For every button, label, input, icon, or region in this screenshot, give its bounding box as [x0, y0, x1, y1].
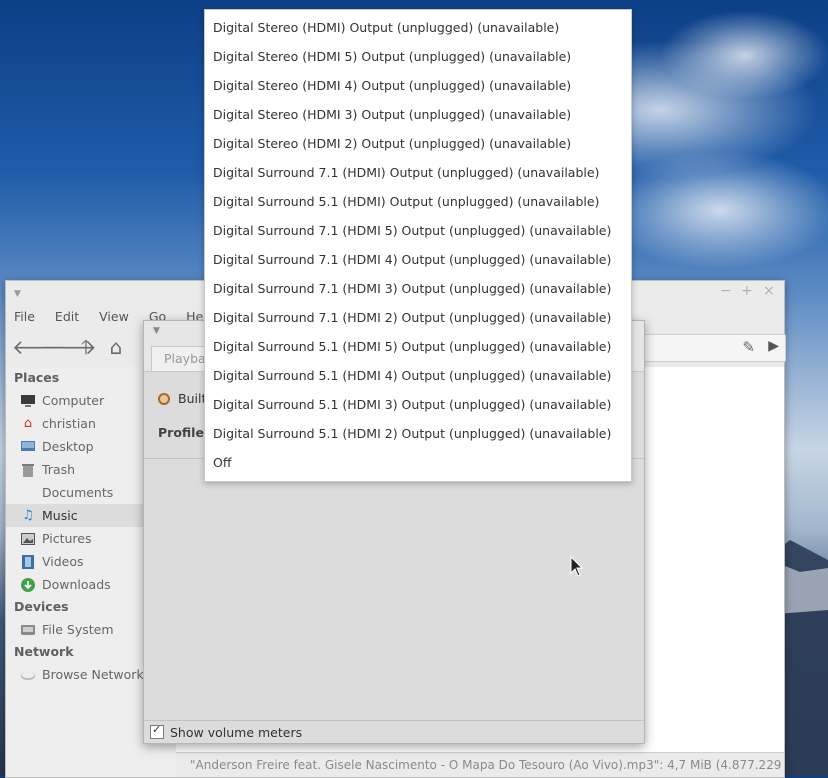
dropdown-option[interactable]: Digital Surround 7.1 (HDMI 3) Output (un… [205, 274, 631, 303]
sidebar-item-label: Browse Network [42, 667, 144, 682]
network-icon [20, 667, 36, 683]
dropdown-option[interactable]: Digital Stereo (HDMI) Output (unplugged)… [205, 13, 631, 42]
dropdown-option-off[interactable]: Off [205, 448, 631, 477]
dropdown-option[interactable]: Digital Surround 7.1 (HDMI 2) Output (un… [205, 303, 631, 332]
home-icon: ⌂ [23, 416, 33, 431]
dropdown-option[interactable]: Digital Stereo (HDMI 2) Output (unplugge… [205, 129, 631, 158]
edit-path-icon[interactable]: ✎ [742, 338, 755, 356]
card-row: Built [158, 391, 206, 406]
card-name: Built [178, 391, 207, 406]
dropdown-option[interactable]: Digital Surround 5.1 (HDMI 4) Output (un… [205, 361, 631, 390]
dropdown-option[interactable]: Digital Surround 5.1 (HDMI) Output (unpl… [205, 187, 631, 216]
pictures-icon [20, 531, 36, 547]
window-menu-icon[interactable]: ▼ [153, 326, 160, 336]
trash-icon [20, 462, 36, 478]
up-arrow-icon[interactable]: 🡑 [74, 335, 98, 359]
show-volume-meters-checkbox[interactable] [150, 723, 164, 739]
sidebar-item-label: Trash [42, 462, 76, 477]
dropdown-option[interactable]: Digital Surround 7.1 (HDMI) Output (unpl… [205, 158, 631, 187]
computer-icon [20, 393, 36, 409]
mouse-cursor-icon [570, 556, 584, 577]
drive-icon [20, 622, 36, 638]
dropdown-option[interactable]: Digital Stereo (HDMI 5) Output (unplugge… [205, 42, 631, 71]
sidebar-item-label: Pictures [42, 531, 92, 546]
minimize-icon[interactable]: − [720, 283, 732, 299]
sidebar-item-label: Downloads [42, 577, 111, 592]
profile-label: Profile: [158, 425, 209, 440]
sound-card-icon [158, 392, 170, 405]
dropdown-option[interactable]: Digital Surround 5.1 (HDMI 3) Output (un… [205, 390, 631, 419]
show-volume-meters-label[interactable]: Show volume meters [170, 725, 302, 740]
sidebar-item-label: Music [42, 508, 78, 523]
dropdown-option[interactable]: Digital Surround 7.1 (HDMI 4) Output (un… [205, 245, 631, 274]
menu-view[interactable]: View [99, 309, 129, 324]
path-next-icon[interactable]: ▶ [768, 338, 779, 354]
sidebar-item-label: christian [42, 416, 96, 431]
menu-edit[interactable]: Edit [55, 309, 79, 324]
music-icon: ♫ [22, 508, 34, 523]
dropdown-option[interactable]: Digital Stereo (HDMI 3) Output (unplugge… [205, 100, 631, 129]
dropdown-option[interactable]: Digital Surround 5.1 (HDMI 2) Output (un… [205, 419, 631, 448]
dropdown-option[interactable]: Digital Surround 5.1 (HDMI 5) Output (un… [205, 332, 631, 361]
dropdown-option[interactable]: Digital Surround 7.1 (HDMI 5) Output (un… [205, 216, 631, 245]
videos-icon [20, 554, 36, 570]
menu-file[interactable]: File [14, 309, 35, 324]
documents-icon [20, 485, 36, 501]
location-bar[interactable]: ✎ ▶ [644, 334, 786, 362]
sidebar-item-label: Videos [42, 554, 84, 569]
dialog-footer: Show volume meters [144, 720, 644, 743]
back-arrow-icon[interactable]: 🡐 [12, 335, 66, 359]
close-icon[interactable]: × [763, 283, 775, 299]
sidebar-item-label: Computer [42, 393, 105, 408]
dropdown-option[interactable]: Digital Stereo (HDMI 4) Output (unplugge… [205, 71, 631, 100]
sidebar-item-label: File System [42, 622, 114, 637]
status-bar: "Anderson Freire feat. Gisele Nascimento… [176, 752, 784, 777]
profile-dropdown-list: Digital Stereo (HDMI) Output (unplugged)… [204, 9, 632, 482]
window-menu-icon[interactable]: ▼ [14, 289, 21, 299]
home-button-icon[interactable]: ⌂ [104, 335, 128, 359]
downloads-icon [20, 577, 36, 593]
sidebar-item-label: Desktop [42, 439, 94, 454]
desktop-icon [20, 439, 36, 455]
maximize-icon[interactable]: + [741, 283, 753, 299]
sidebar-item-label: Documents [42, 485, 114, 500]
forward-arrow-icon[interactable]: 🡒 [43, 335, 97, 359]
